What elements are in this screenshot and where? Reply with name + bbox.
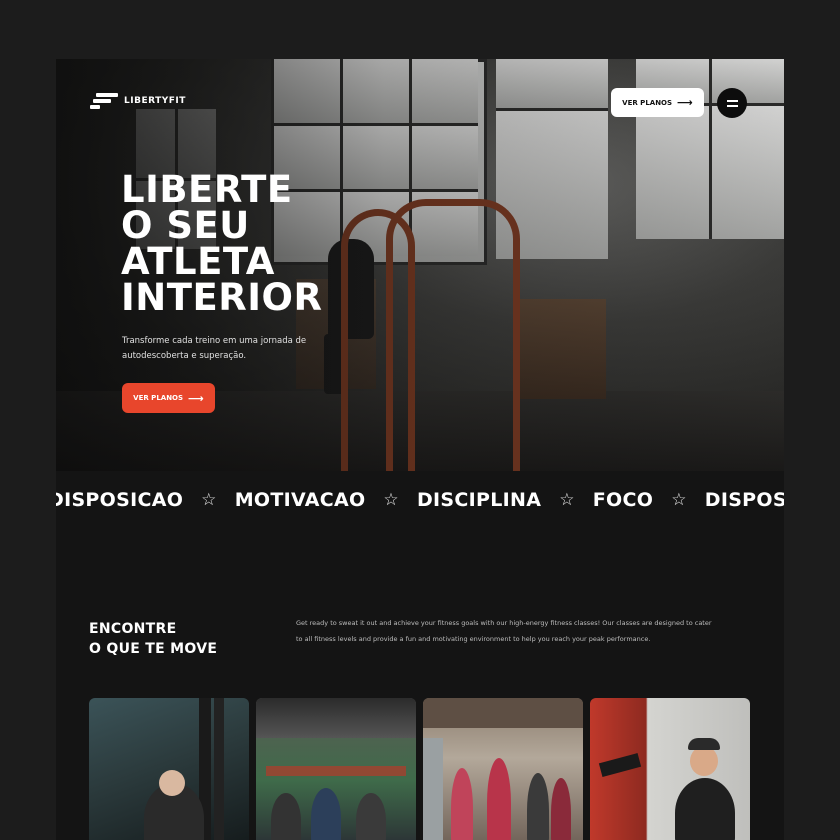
header-plans-label: VER PLANOS bbox=[622, 98, 673, 107]
menu-icon-bar bbox=[726, 104, 738, 107]
arrow-right-icon: ⟶ bbox=[188, 391, 204, 405]
class-photo bbox=[590, 698, 750, 840]
class-cards bbox=[89, 698, 750, 840]
header-plans-button[interactable]: VER PLANOS ⟶ bbox=[611, 88, 704, 117]
marquee-item: DISPOSICAO bbox=[56, 489, 184, 511]
logo-icon bbox=[90, 93, 118, 109]
class-card[interactable] bbox=[590, 698, 750, 840]
hero-section: LIBERTYFIT VER PLANOS ⟶ LIBERTE O SEU AT… bbox=[56, 59, 784, 471]
hero-title-line: LIBERTE bbox=[121, 168, 293, 211]
section-heading-line: ENCONTRE bbox=[89, 621, 177, 637]
marquee-item: DISPOSIÇÃO bbox=[704, 489, 784, 511]
class-photo bbox=[423, 698, 583, 840]
hero-title: LIBERTE O SEU ATLETA INTERIOR bbox=[121, 168, 381, 319]
hero-title-line: INTERIOR bbox=[121, 276, 323, 319]
hero-title-line: ATLETA bbox=[121, 240, 275, 283]
class-card[interactable] bbox=[423, 698, 583, 840]
brand-logo[interactable]: LIBERTYFIT bbox=[90, 93, 186, 109]
star-icon: ☆ bbox=[383, 490, 399, 510]
class-card[interactable] bbox=[89, 698, 249, 840]
marquee-item: FOCO bbox=[592, 489, 654, 511]
star-icon: ☆ bbox=[201, 490, 217, 510]
arrow-right-icon: ⟶ bbox=[677, 96, 693, 109]
menu-icon-bar bbox=[726, 99, 738, 102]
section-heading: ENCONTRE O QUE TE MOVE bbox=[89, 619, 217, 659]
star-icon: ☆ bbox=[559, 490, 575, 510]
marquee-item: MOTIVACAO bbox=[234, 489, 366, 511]
class-photo bbox=[89, 698, 249, 840]
section-heading-line: O QUE TE MOVE bbox=[89, 641, 218, 657]
star-icon: ☆ bbox=[671, 490, 687, 510]
section-description: Get ready to sweat it out and achieve yo… bbox=[296, 619, 712, 643]
hero-subtitle: Transforme cada treino em uma jornada de… bbox=[122, 336, 307, 361]
brand-name: LIBERTYFIT bbox=[124, 96, 186, 106]
class-photo bbox=[256, 698, 416, 840]
marquee-item: DISCIPLINA bbox=[416, 489, 542, 511]
hero-plans-button[interactable]: VER PLANOS ⟶ bbox=[122, 383, 215, 413]
hero-title-line: O SEU bbox=[121, 204, 250, 247]
landing-page: LIBERTYFIT VER PLANOS ⟶ LIBERTE O SEU AT… bbox=[56, 59, 784, 840]
class-card[interactable] bbox=[256, 698, 416, 840]
menu-button[interactable] bbox=[717, 88, 747, 118]
keyword-marquee: DISPOSICAO ☆ MOTIVACAO ☆ DISCIPLINA ☆ FO… bbox=[56, 487, 784, 517]
hero-plans-label: VER PLANOS bbox=[133, 394, 184, 402]
